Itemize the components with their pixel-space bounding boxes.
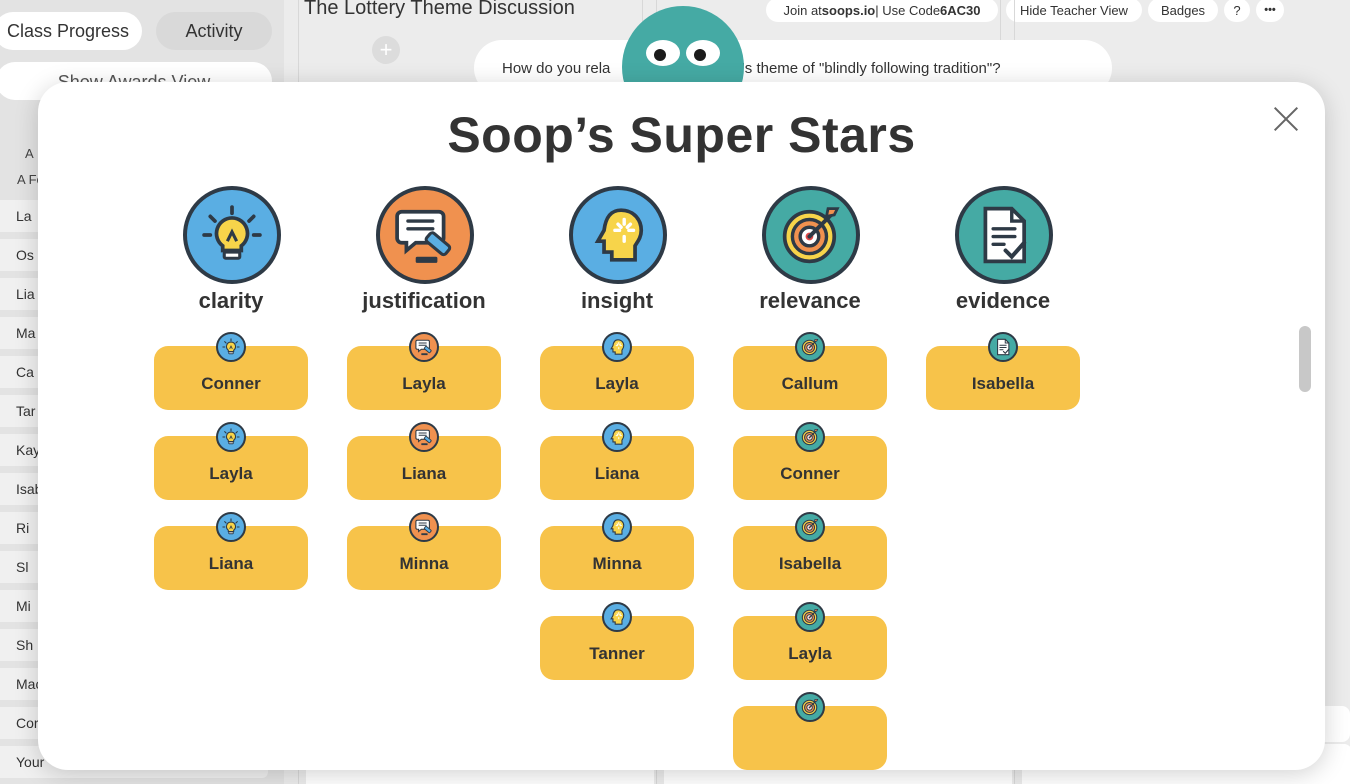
target-icon [762,186,860,284]
lightbulb-icon [216,422,246,452]
gavel-speech-icon [409,422,439,452]
question-text-left: How do you rela [502,60,611,77]
award-label: evidence [955,288,1051,313]
student-name: Liana [208,554,254,573]
lightbulb-icon [183,186,281,284]
student-name: Liana [401,464,447,483]
student-name: Layla [595,374,639,393]
target-icon [795,512,825,542]
award-label: clarity [198,288,264,313]
target-icon [795,692,825,722]
target-icon [795,332,825,362]
student-name: Conner [780,464,840,483]
mascot-eye [646,40,680,66]
student-name: Conner [201,374,261,393]
gavel-speech-icon [409,332,439,362]
award-label: justification [362,288,486,313]
head-spark-icon [602,512,632,542]
super-stars-modal: Soop’s Super Stars clarity Conner Layla Lia… [38,82,1325,770]
modal-title: Soop’s Super Stars [447,107,916,163]
award-label: relevance [759,288,861,313]
mascot-eye [686,40,720,66]
student-name: Minna [592,554,642,573]
lightbulb-icon [216,332,246,362]
target-icon [795,602,825,632]
student-name: Layla [402,374,446,393]
document-check-icon [955,186,1053,284]
target-icon [795,422,825,452]
question-text-right: y's theme of "blindly following traditio… [734,60,1001,77]
gavel-speech-icon [376,186,474,284]
head-spark-icon [602,332,632,362]
head-spark-icon [602,422,632,452]
tab-class-progress[interactable]: Class Progress [0,12,142,50]
lightbulb-icon [216,512,246,542]
head-spark-icon [569,186,667,284]
add-icon[interactable]: + [372,36,400,64]
student-name: Tanner [589,644,645,663]
student-name: Layla [788,644,832,663]
close-icon[interactable] [1273,106,1299,132]
head-spark-icon [602,602,632,632]
student-name: Liana [594,464,640,483]
student-name: Layla [209,464,253,483]
document-check-icon [988,332,1018,362]
gavel-speech-icon [409,512,439,542]
student-name: Isabella [778,554,842,573]
student-name: Minna [399,554,449,573]
student-name: Callum [781,374,839,393]
scrollbar-thumb[interactable] [1299,326,1311,392]
tab-activity[interactable]: Activity [156,12,272,50]
sidebar-small-text: A [25,146,34,161]
student-name: Isabella [971,374,1035,393]
award-label: insight [580,288,654,313]
